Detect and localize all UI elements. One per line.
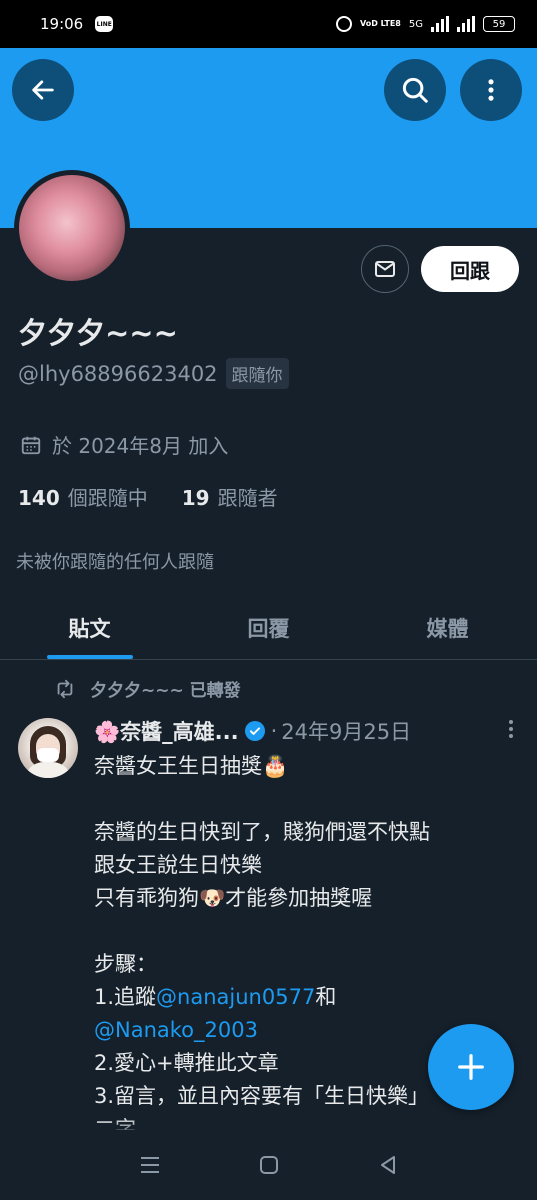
avatar-image xyxy=(19,175,125,281)
home-icon[interactable] xyxy=(258,1154,280,1176)
followers-label: 跟隨者 xyxy=(217,486,278,510)
not-followed-text: 未被你跟隨的任何人跟隨 xyxy=(16,552,214,573)
following-link[interactable]: 140 個跟隨中 xyxy=(18,482,148,511)
display-name: 夕夕夕~~~ xyxy=(18,316,178,350)
status-bar: 19:06 LINE VoD LTE8 5G 59 xyxy=(0,0,537,48)
mention-joiner: 和 xyxy=(315,985,337,1009)
tab-media[interactable]: 媒體 xyxy=(358,596,537,659)
tweet-line: 步驟： xyxy=(94,952,157,976)
follows-you-badge: 跟隨你 xyxy=(225,358,289,389)
retweet-label[interactable]: 夕夕夕~~~ 已轉發 xyxy=(90,676,241,701)
system-nav-bar xyxy=(0,1130,537,1200)
volte-label: VoD LTE8 xyxy=(359,19,401,28)
follow-back-button[interactable]: 回跟 xyxy=(421,246,519,292)
search-button[interactable] xyxy=(384,59,446,121)
followers-link[interactable]: 19 跟隨者 xyxy=(182,482,278,511)
tweet-line: 跟女王說生日快樂 xyxy=(94,853,262,877)
following-count: 140 xyxy=(18,486,60,510)
message-button[interactable] xyxy=(361,245,409,293)
network-type: 5G xyxy=(408,18,423,30)
tweet-line-with-mention: 1.追蹤@nanajun0577和 xyxy=(94,981,519,1014)
alarm-icon xyxy=(335,16,352,32)
tweet-line: 奈醬的生日快到了，賤狗們還不快點 xyxy=(94,820,430,844)
status-time: 19:06 xyxy=(40,15,84,33)
retweet-icon xyxy=(57,679,73,698)
tweet-line: 只有乖狗狗🐶才能參加抽獎喔 xyxy=(94,886,373,910)
compose-button[interactable] xyxy=(428,1024,514,1110)
back-button[interactable] xyxy=(12,59,74,121)
mention-link[interactable]: @Nanako_2003 xyxy=(94,1018,258,1042)
signal-icon xyxy=(431,16,449,32)
search-icon xyxy=(402,77,428,103)
mail-icon xyxy=(375,261,395,277)
arrow-left-icon xyxy=(32,80,54,100)
tweet-line: 奈醬女王生日抽獎🎂 xyxy=(94,754,289,778)
profile-tabs: 貼文 回覆 媒體 xyxy=(0,596,537,660)
more-options-button[interactable] xyxy=(460,59,522,121)
tweet-author-name[interactable]: 🌸奈醬_高雄... xyxy=(94,716,239,746)
status-indicators: VoD LTE8 5G 59 xyxy=(335,16,515,32)
joined-row: 於 2024年8月 加入 xyxy=(20,430,228,459)
retweet-indicator: 夕夕夕~~~ 已轉發 xyxy=(54,676,241,701)
tweet-header: 🌸奈醬_高雄... · 24年9月25日 xyxy=(94,716,519,746)
profile-avatar[interactable] xyxy=(14,170,130,286)
tweet-more-icon[interactable] xyxy=(503,718,519,745)
tab-replies[interactable]: 回覆 xyxy=(179,596,358,659)
tweet-line xyxy=(94,915,519,948)
step-1-text: 1.追蹤 xyxy=(94,985,157,1009)
tweet-date[interactable]: 24年9月25日 xyxy=(281,716,411,746)
verified-badge-icon xyxy=(244,721,265,741)
signal-icon-2 xyxy=(457,16,475,32)
more-vertical-icon xyxy=(488,79,494,101)
tweet-author-avatar[interactable] xyxy=(18,718,78,778)
tab-posts[interactable]: 貼文 xyxy=(0,596,179,659)
handle-row: @lhy68896623402 跟隨你 xyxy=(18,358,289,389)
tweet-line xyxy=(94,783,519,816)
separator-dot: · xyxy=(270,719,278,743)
handle: @lhy68896623402 xyxy=(18,361,218,386)
following-label: 個跟隨中 xyxy=(67,486,148,510)
follow-stats: 140 個跟隨中 19 跟隨者 xyxy=(18,482,278,511)
joined-date: 於 2024年8月 加入 xyxy=(52,434,229,458)
battery-icon: 59 xyxy=(483,16,515,32)
plus-icon xyxy=(458,1054,484,1080)
followers-count: 19 xyxy=(181,486,210,510)
back-nav-icon[interactable] xyxy=(377,1154,399,1176)
mention-link[interactable]: @nanajun0577 xyxy=(156,985,315,1009)
line-app-icon: LINE xyxy=(95,16,114,32)
recent-apps-icon[interactable] xyxy=(138,1155,162,1175)
calendar-icon xyxy=(21,436,41,454)
